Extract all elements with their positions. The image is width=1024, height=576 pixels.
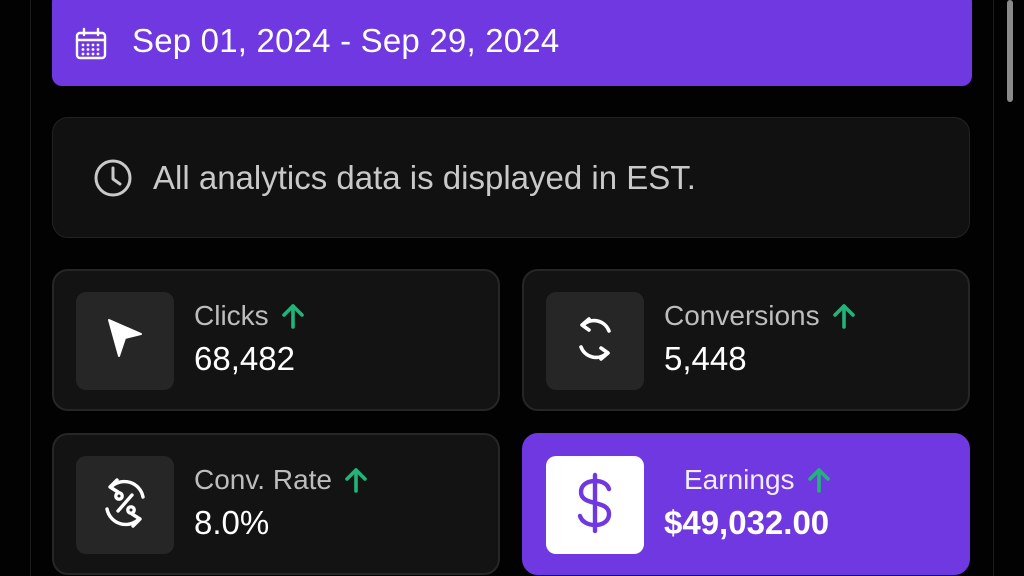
left-divider xyxy=(30,0,31,576)
stat-icon-box xyxy=(76,292,174,390)
dollar-icon xyxy=(573,471,617,540)
refresh-cycle-icon xyxy=(569,313,621,370)
timezone-notice: All analytics data is displayed in EST. xyxy=(52,117,970,238)
trend-up-icon xyxy=(805,466,833,494)
stat-icon-box xyxy=(546,456,644,554)
percent-cycle-icon xyxy=(97,475,153,536)
cursor-pointer-icon xyxy=(105,316,145,367)
stat-value-clicks: 68,482 xyxy=(194,340,295,377)
trend-up-icon xyxy=(342,466,370,494)
clock-icon xyxy=(93,158,133,198)
stat-icon-box xyxy=(546,292,644,390)
stat-label-row: Conversions xyxy=(664,299,858,333)
timezone-notice-text: All analytics data is displayed in EST. xyxy=(153,158,696,196)
stat-value-earnings: $49,032.00 xyxy=(664,504,830,541)
stat-card-clicks[interactable]: Clicks 68,482 xyxy=(52,269,500,411)
stat-card-earnings[interactable]: Earnings $49,032.00 xyxy=(522,433,970,575)
stat-card-conversions[interactable]: Conversions 5,448 xyxy=(522,269,970,411)
stat-value-conv-rate: 8.0% xyxy=(194,504,270,541)
trend-up-icon xyxy=(830,302,858,330)
stat-value-conversions: 5,448 xyxy=(664,340,747,377)
stat-label-earnings: Earnings xyxy=(684,464,795,495)
stat-label-row: Clicks xyxy=(194,299,307,333)
scrollbar-thumb[interactable] xyxy=(1007,0,1013,102)
stat-label-row: Earnings xyxy=(684,463,833,497)
date-range-picker[interactable]: Sep 01, 2024 - Sep 29, 2024 xyxy=(52,0,972,86)
stat-label-conversions: Conversions xyxy=(664,300,820,331)
stat-label-conv-rate: Conv. Rate xyxy=(194,464,332,495)
analytics-page: Sep 01, 2024 - Sep 29, 2024 All analytic… xyxy=(0,0,1024,576)
stat-label-row: Conv. Rate xyxy=(194,463,370,497)
date-range-label: Sep 01, 2024 - Sep 29, 2024 xyxy=(132,22,560,59)
stat-icon-box xyxy=(76,456,174,554)
stat-label-clicks: Clicks xyxy=(194,300,269,331)
trend-up-icon xyxy=(279,302,307,330)
calendar-icon xyxy=(74,27,108,61)
right-divider xyxy=(993,0,994,576)
stat-card-conv-rate[interactable]: Conv. Rate 8.0% xyxy=(52,433,500,575)
